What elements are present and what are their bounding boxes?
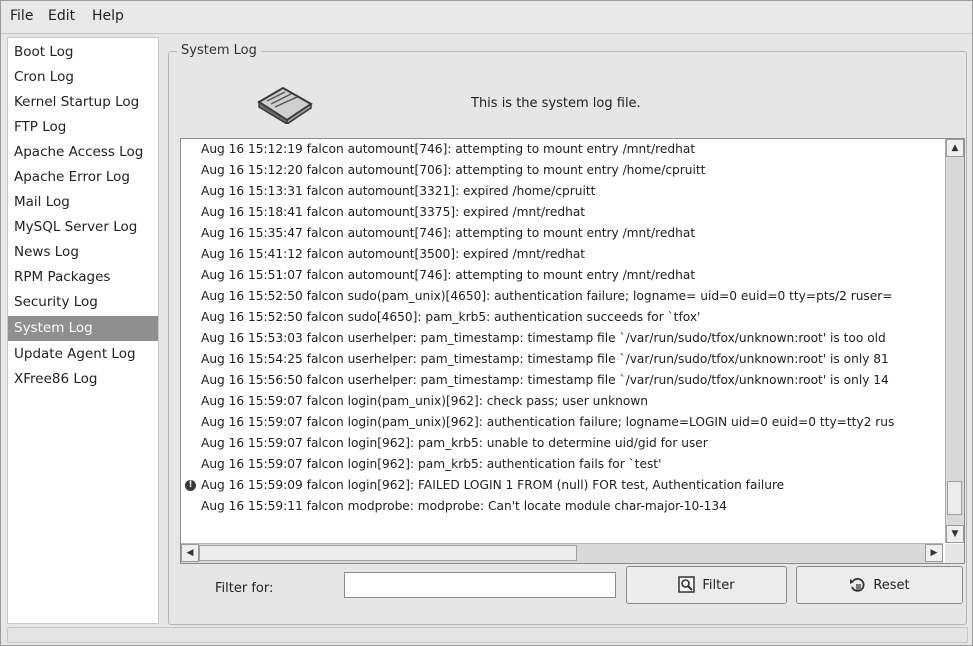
scroll-left-icon[interactable]: ◀ [181, 544, 199, 562]
log-line[interactable]: Aug 16 15:53:03 falcon userhelper: pam_t… [201, 328, 886, 349]
log-line[interactable]: Aug 16 15:41:12 falcon automount[3500]: … [201, 244, 585, 265]
log-line-warning[interactable]: Aug 16 15:59:09 falcon login[962]: FAILE… [201, 475, 784, 496]
warning-icon: ! [185, 480, 196, 491]
vertical-scrollbar[interactable]: ▲ ▼ [945, 139, 964, 543]
frame-title: System Log [177, 43, 261, 58]
sidebar-item-ftp-log[interactable]: FTP Log [8, 115, 158, 140]
filter-label: Filter for: [215, 581, 274, 596]
log-line[interactable]: Aug 16 15:13:31 falcon automount[3321]: … [201, 181, 595, 202]
scroll-right-icon[interactable]: ▶ [925, 544, 943, 562]
sidebar-item-apache-access-log[interactable]: Apache Access Log [8, 140, 158, 165]
log-list-sidebar: Boot Log Cron Log Kernel Startup Log FTP… [7, 37, 159, 624]
log-line[interactable]: Aug 16 15:59:11 falcon modprobe: modprob… [201, 496, 727, 517]
log-line[interactable]: Aug 16 15:12:19 falcon automount[746]: a… [201, 139, 695, 160]
sidebar-item-mysql-server-log[interactable]: MySQL Server Log [8, 215, 158, 240]
scroll-down-icon[interactable]: ▼ [946, 525, 964, 543]
log-line[interactable]: Aug 16 15:52:50 falcon sudo(pam_unix)[46… [201, 286, 893, 307]
sidebar-item-system-log[interactable]: System Log [8, 316, 158, 341]
sidebar-item-news-log[interactable]: News Log [8, 240, 158, 265]
log-book-icon [257, 86, 313, 124]
log-line[interactable]: Aug 16 15:18:41 falcon automount[3375]: … [201, 202, 585, 223]
filter-button-label: Filter [702, 577, 735, 593]
log-line[interactable]: Aug 16 15:54:25 falcon userhelper: pam_t… [201, 349, 889, 370]
sidebar-item-cron-log[interactable]: Cron Log [8, 65, 158, 90]
status-bar [7, 627, 968, 643]
log-line[interactable]: Aug 16 15:35:47 falcon automount[746]: a… [201, 223, 695, 244]
horizontal-scroll-thumb[interactable] [199, 545, 577, 561]
log-line[interactable]: Aug 16 15:52:50 falcon sudo[4650]: pam_k… [201, 307, 700, 328]
sidebar-item-boot-log[interactable]: Boot Log [8, 40, 158, 65]
menu-help[interactable]: Help [92, 8, 124, 24]
system-logs-window: File Edit Help Boot Log Cron Log Kernel … [0, 0, 973, 646]
log-line[interactable]: Aug 16 15:56:50 falcon userhelper: pam_t… [201, 370, 889, 391]
sidebar-item-kernel-startup-log[interactable]: Kernel Startup Log [8, 90, 158, 115]
sidebar-item-update-agent-log[interactable]: Update Agent Log [8, 342, 158, 367]
sidebar-item-security-log[interactable]: Security Log [8, 290, 158, 315]
log-line[interactable]: Aug 16 15:59:07 falcon login(pam_unix)[9… [201, 412, 894, 433]
reset-button[interactable]: Reset [796, 566, 963, 604]
log-line[interactable]: Aug 16 15:59:07 falcon login[962]: pam_k… [201, 454, 661, 475]
horizontal-scrollbar[interactable]: ◀ ▶ [181, 543, 943, 563]
vertical-scroll-thumb[interactable] [947, 481, 962, 515]
log-description: This is the system log file. [471, 96, 641, 111]
log-line[interactable]: Aug 16 15:12:20 falcon automount[706]: a… [201, 160, 705, 181]
log-line[interactable]: Aug 16 15:59:07 falcon login[962]: pam_k… [201, 433, 708, 454]
filter-input[interactable] [344, 572, 616, 598]
sidebar-item-mail-log[interactable]: Mail Log [8, 190, 158, 215]
log-lines: Aug 16 15:12:19 falcon automount[746]: a… [181, 139, 943, 543]
menubar: File Edit Help [1, 1, 972, 34]
menu-file[interactable]: File [10, 8, 33, 24]
log-line[interactable]: Aug 16 15:51:07 falcon automount[746]: a… [201, 265, 695, 286]
log-view[interactable]: Aug 16 15:12:19 falcon automount[746]: a… [180, 138, 965, 564]
reset-icon [850, 577, 865, 592]
sidebar-item-rpm-packages[interactable]: RPM Packages [8, 265, 158, 290]
sidebar-item-apache-error-log[interactable]: Apache Error Log [8, 165, 158, 190]
magnifier-icon [678, 576, 696, 593]
menu-edit[interactable]: Edit [48, 8, 75, 24]
scroll-up-icon[interactable]: ▲ [946, 139, 964, 157]
log-line[interactable]: Aug 16 15:59:07 falcon login(pam_unix)[9… [201, 391, 648, 412]
sidebar-item-xfree86-log[interactable]: XFree86 Log [8, 367, 158, 392]
filter-button[interactable]: Filter [626, 566, 787, 604]
reset-button-label: Reset [873, 577, 910, 593]
scroll-corner [945, 544, 964, 563]
